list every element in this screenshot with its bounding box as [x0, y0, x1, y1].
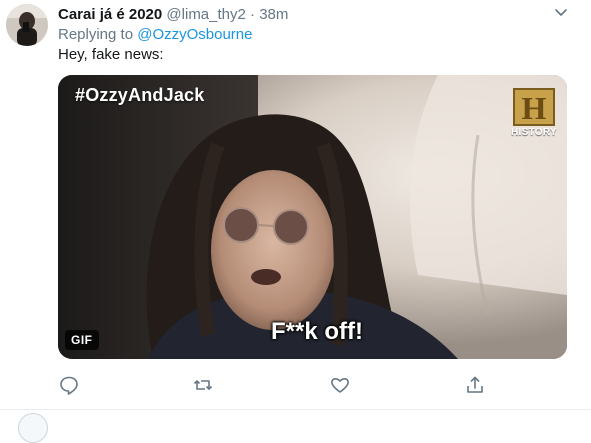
- tweet-text: Hey, fake news:: [58, 46, 164, 63]
- timestamp[interactable]: 38m: [259, 6, 288, 23]
- retweet-icon[interactable]: [192, 374, 214, 396]
- handle[interactable]: @lima_thy2: [166, 6, 245, 23]
- dot-separator: ·: [250, 6, 256, 23]
- replying-to-line: Replying to @OzzyOsbourne: [58, 25, 253, 45]
- avatar-photo: [6, 4, 48, 46]
- gif-hashtag: #OzzyAndJack: [75, 85, 205, 105]
- tweet-divider: [0, 409, 591, 410]
- next-tweet-avatar[interactable]: [18, 413, 48, 443]
- history-logo-letter: H: [522, 90, 547, 126]
- heart-icon[interactable]: [329, 374, 351, 396]
- gif-caption: F**k off!: [271, 318, 363, 345]
- tweet-header: Carai já é 2020 @lima_thy2 · 38m: [58, 5, 288, 25]
- share-icon[interactable]: [464, 374, 486, 396]
- gif-badge: GIF: [65, 330, 99, 350]
- gif-frame: [58, 75, 567, 359]
- mention-link[interactable]: @OzzyOsbourne: [137, 26, 252, 43]
- gif-media[interactable]: #OzzyAndJack H HISTORY F**k off! GIF: [58, 75, 567, 359]
- replying-to-label: Replying to: [58, 26, 134, 43]
- tweet[interactable]: Carai já é 2020 @lima_thy2 · 38m Replyin…: [0, 0, 591, 443]
- history-logo-text: HISTORY: [511, 127, 557, 138]
- display-name[interactable]: Carai já é 2020: [58, 6, 162, 23]
- chevron-down-icon[interactable]: [553, 6, 569, 20]
- tweet-actions: [58, 374, 567, 396]
- avatar[interactable]: [6, 4, 48, 46]
- comment-icon[interactable]: [58, 374, 80, 396]
